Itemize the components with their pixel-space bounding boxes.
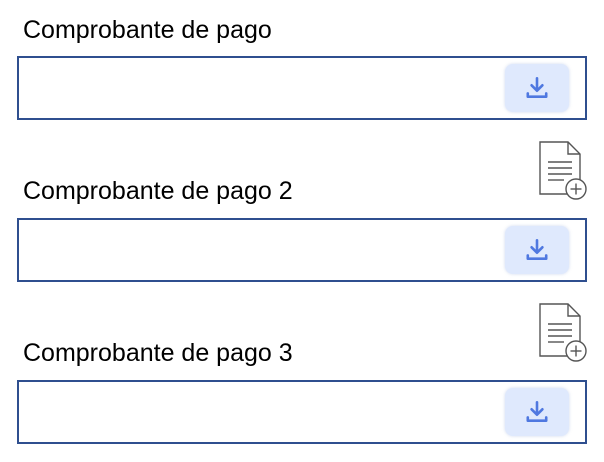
download-icon xyxy=(524,237,550,263)
upload-button-comprobante-2[interactable] xyxy=(505,226,569,274)
download-icon xyxy=(524,75,550,101)
field-label-comprobante-2: Comprobante de pago 2 xyxy=(23,177,293,205)
file-field-comprobante-1[interactable] xyxy=(17,56,587,120)
file-field-comprobante-2[interactable] xyxy=(17,218,587,282)
add-file-icon-2[interactable] xyxy=(536,140,588,202)
field-label-comprobante-1: Comprobante de pago xyxy=(23,16,272,44)
upload-button-comprobante-1[interactable] xyxy=(505,64,569,112)
download-icon xyxy=(524,399,550,425)
add-file-icon-3[interactable] xyxy=(536,302,588,364)
upload-button-comprobante-3[interactable] xyxy=(505,388,569,436)
field-label-comprobante-3: Comprobante de pago 3 xyxy=(23,339,293,367)
file-field-comprobante-3[interactable] xyxy=(17,380,587,444)
